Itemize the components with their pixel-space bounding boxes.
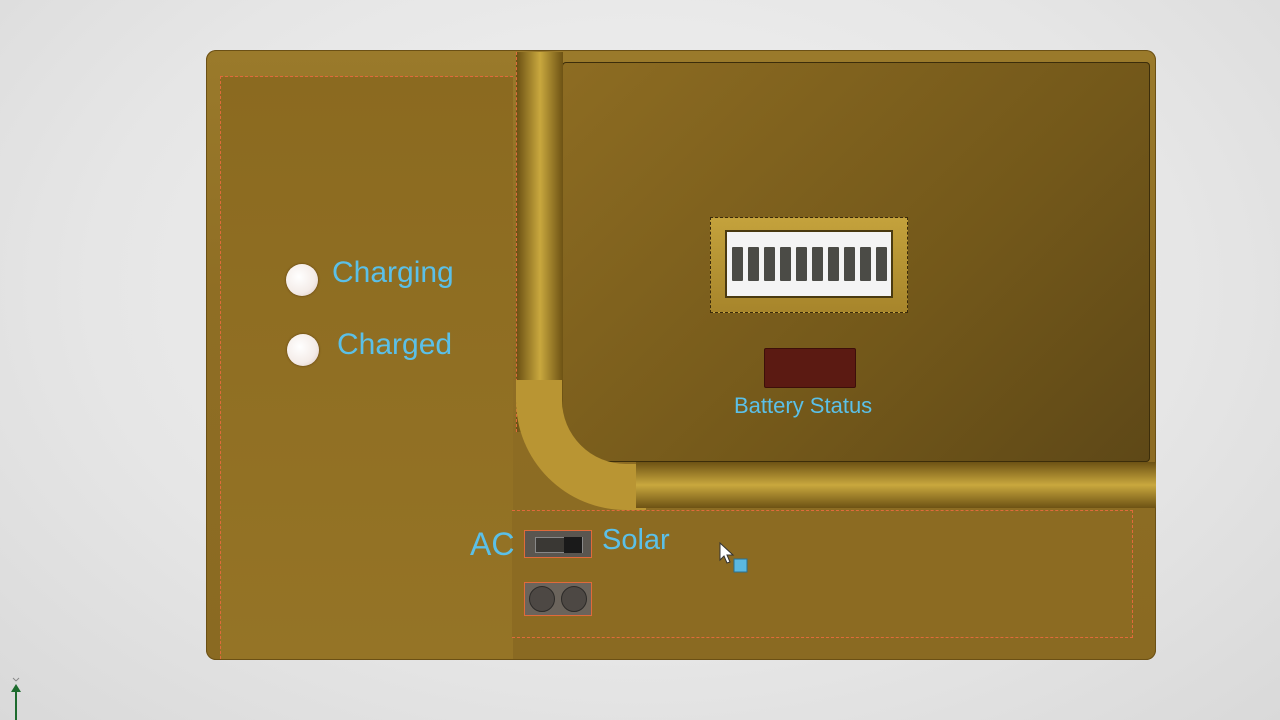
battery-bar-frame	[710, 217, 908, 313]
switch-track	[535, 537, 583, 553]
battery-segment	[827, 247, 839, 281]
battery-segment	[843, 247, 855, 281]
ac-label: AC	[470, 526, 515, 562]
channel-vertical	[516, 52, 563, 432]
battery-segment	[763, 247, 775, 281]
charging-label: Charging	[332, 256, 454, 289]
battery-segment	[811, 247, 823, 281]
axis-indicator-icon	[11, 677, 21, 720]
port-hole-left	[529, 586, 555, 612]
port-hole-right	[561, 586, 587, 612]
battery-segment	[779, 247, 791, 281]
battery-segment	[795, 247, 807, 281]
solar-label: Solar	[602, 524, 670, 556]
channel-horizontal	[636, 462, 1156, 508]
switch-knob[interactable]	[564, 537, 582, 553]
device-panel: Charging Charged Battery Status AC Solar	[206, 50, 1156, 660]
charging-led	[286, 264, 318, 296]
left-zone	[220, 76, 513, 659]
battery-segment	[731, 247, 743, 281]
charged-label: Charged	[337, 328, 453, 361]
channel-corner	[516, 380, 646, 510]
battery-level-display	[725, 230, 893, 298]
charged-led	[287, 334, 319, 366]
battery-segment	[875, 247, 887, 281]
power-port	[524, 582, 592, 616]
battery-segment	[859, 247, 871, 281]
battery-status-indicator	[764, 348, 856, 388]
cursor-icon	[719, 542, 748, 573]
battery-status-label: Battery Status	[734, 393, 873, 418]
source-switch[interactable]	[524, 530, 592, 558]
battery-segment	[747, 247, 759, 281]
